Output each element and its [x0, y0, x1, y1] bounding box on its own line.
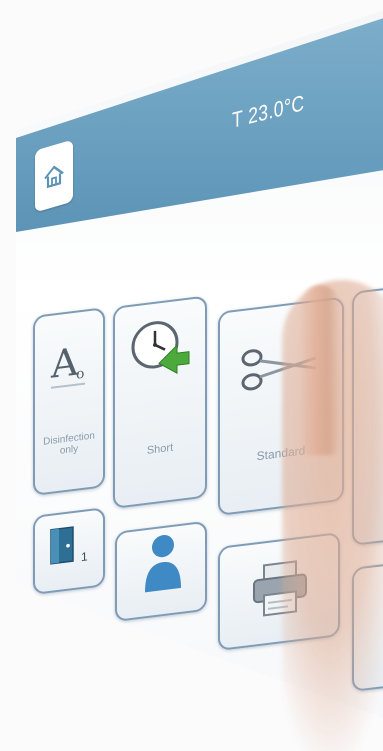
tile-user[interactable]: [115, 520, 207, 622]
clock-arrow-icon: [131, 321, 190, 375]
tile-disinfection-only[interactable]: A o Disinfection only: [33, 307, 105, 496]
svg-text:o: o: [76, 366, 84, 383]
home-button[interactable]: [35, 139, 73, 213]
touching-finger: [300, 285, 340, 455]
photo-scene: T 23.0°C A o Disinfection only Short Sta…: [0, 0, 383, 751]
home-icon: [44, 165, 64, 189]
tile-door[interactable]: 1: [33, 507, 105, 595]
door-badge: 1: [81, 549, 88, 565]
user-icon: [145, 535, 181, 593]
svg-text:A: A: [50, 339, 79, 386]
tile-short[interactable]: Short: [113, 295, 207, 509]
letter-a-icon: A o: [50, 339, 85, 389]
tile-label: Disinfection only: [43, 430, 95, 457]
door-icon: [50, 526, 74, 565]
tile-label: Short: [146, 441, 174, 457]
